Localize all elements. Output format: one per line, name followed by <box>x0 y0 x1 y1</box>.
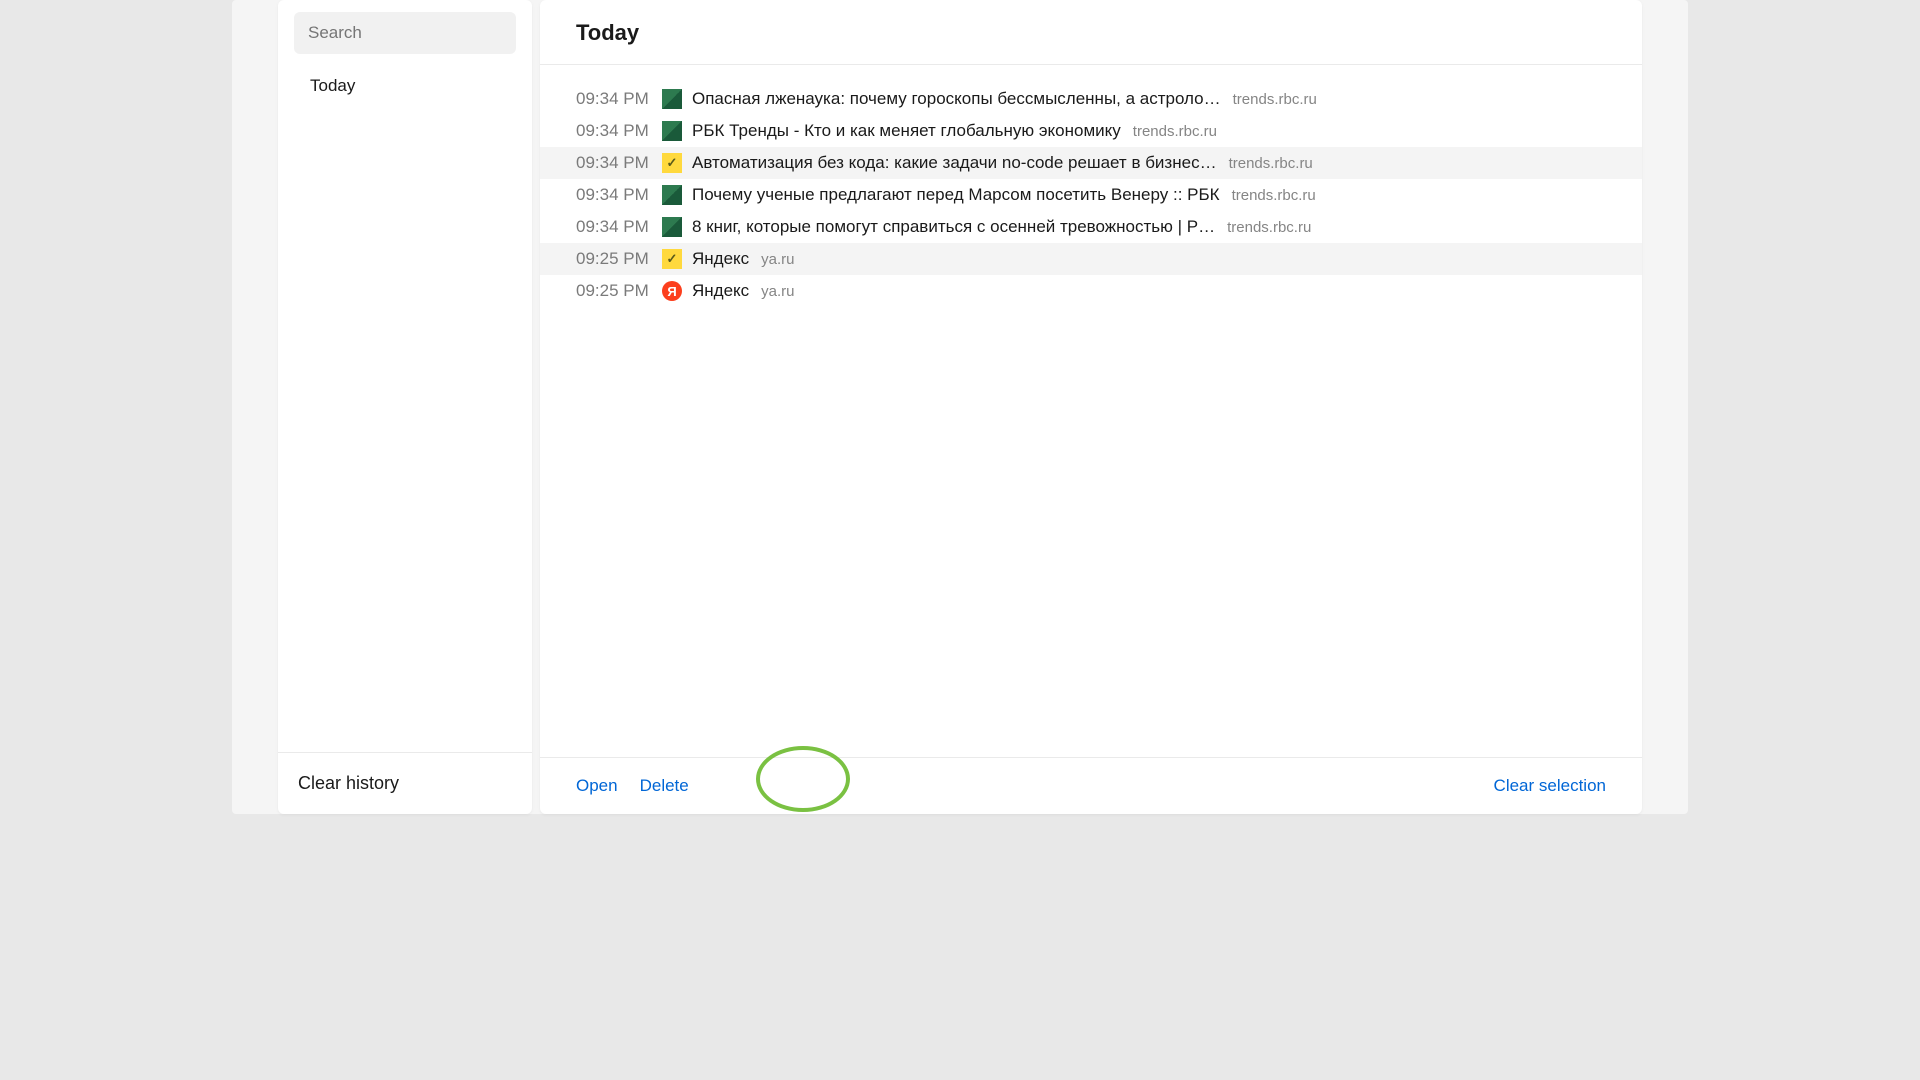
rbc-favicon-icon <box>662 121 682 141</box>
history-row-title: Опасная лженаука: почему гороскопы бессм… <box>692 89 1221 109</box>
checkbox-checked-icon: ✓ <box>662 153 682 173</box>
history-row-title: Яндекс <box>692 281 749 301</box>
history-row-time: 09:25 PM <box>576 281 662 301</box>
history-row-time: 09:34 PM <box>576 153 662 173</box>
checkbox-checked-icon: ✓ <box>662 249 682 269</box>
history-row[interactable]: 09:34 PM РБК Тренды - Кто и как меняет гл… <box>540 115 1642 147</box>
search-input[interactable] <box>294 12 516 54</box>
history-row-title: Почему ученые предлагают перед Марсом по… <box>692 185 1220 205</box>
clear-history-button[interactable]: Clear history <box>298 773 512 794</box>
history-row[interactable]: 09:25 PM✓ Яндекс ya.ru <box>540 243 1642 275</box>
yandex-favicon-icon: Я <box>662 281 682 301</box>
history-row-title: Автоматизация без кода: какие задачи no-… <box>692 153 1217 173</box>
history-row-domain: ya.ru <box>761 251 794 268</box>
history-row[interactable]: 09:34 PM Почему ученые предлагают перед М… <box>540 179 1642 211</box>
rbc-favicon-icon <box>662 185 682 205</box>
history-row[interactable]: 09:34 PM Опасная лженаука: почему гороско… <box>540 83 1642 115</box>
history-row-domain: trends.rbc.ru <box>1133 123 1217 140</box>
open-button[interactable]: Open <box>576 776 618 796</box>
sidebar-item-today[interactable]: Today <box>294 68 516 104</box>
history-row-title: 8 книг, которые помогут справиться с осе… <box>692 217 1215 237</box>
history-row-title: РБК Тренды - Кто и как меняет глобальную… <box>692 121 1121 141</box>
history-list: 09:34 PM Опасная лженаука: почему гороско… <box>540 65 1642 757</box>
page-title: Today <box>576 20 1606 46</box>
history-row-time: 09:34 PM <box>576 89 662 109</box>
rbc-favicon-icon <box>662 89 682 109</box>
history-row-domain: trends.rbc.ru <box>1232 187 1316 204</box>
history-row-title: Яндекс <box>692 249 749 269</box>
history-row[interactable]: 09:34 PM 8 книг, которые помогут справить… <box>540 211 1642 243</box>
history-row-time: 09:34 PM <box>576 121 662 141</box>
history-row-time: 09:25 PM <box>576 249 662 269</box>
clear-selection-button[interactable]: Clear selection <box>1494 776 1606 795</box>
sidebar: Today Clear history <box>278 0 532 814</box>
history-row-time: 09:34 PM <box>576 217 662 237</box>
history-row-time: 09:34 PM <box>576 185 662 205</box>
history-row-domain: trends.rbc.ru <box>1229 155 1313 172</box>
rbc-favicon-icon <box>662 217 682 237</box>
main-panel: Today 09:34 PM Опасная лженаука: почему г… <box>540 0 1642 814</box>
history-row-domain: trends.rbc.ru <box>1233 91 1317 108</box>
history-row[interactable]: 09:34 PM✓ Автоматизация без кода: какие з… <box>540 147 1642 179</box>
history-row-domain: trends.rbc.ru <box>1227 219 1311 236</box>
history-row-domain: ya.ru <box>761 283 794 300</box>
delete-button[interactable]: Delete <box>640 776 689 796</box>
history-row[interactable]: 09:25 PMЯ Яндекс ya.ru <box>540 275 1642 307</box>
